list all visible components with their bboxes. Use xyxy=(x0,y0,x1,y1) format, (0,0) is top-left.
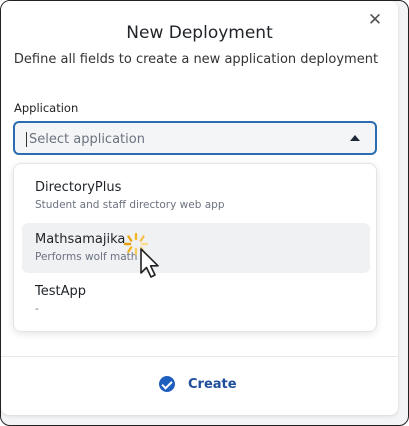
application-dropdown: DirectoryPlus Student and staff director… xyxy=(13,163,377,332)
dialog-subtitle: Define all fields to create a new applic… xyxy=(13,52,379,67)
option-mathsamajika[interactable]: Mathsamajika Performs wolf math xyxy=(22,223,370,273)
application-placeholder: Select application xyxy=(29,132,145,147)
check-circle-icon xyxy=(159,376,175,392)
create-button[interactable]: Create xyxy=(159,373,237,395)
option-name: TestApp xyxy=(35,284,86,299)
option-description: Student and staff directory web app xyxy=(35,199,225,211)
application-label: Application xyxy=(14,101,79,115)
dialog-title: New Deployment xyxy=(126,23,273,43)
option-directoryplus[interactable]: DirectoryPlus Student and staff director… xyxy=(22,171,370,221)
create-label: Create xyxy=(188,376,237,392)
option-testapp[interactable]: TestApp - xyxy=(22,275,370,325)
new-deployment-dialog: New Deployment ✕ Define all fields to cr… xyxy=(1,1,398,415)
option-description: Performs wolf math xyxy=(35,251,138,263)
option-description: - xyxy=(35,303,39,315)
option-name: Mathsamajika xyxy=(35,232,126,247)
footer-divider xyxy=(1,356,398,357)
window-frame: New Deployment ✕ Define all fields to cr… xyxy=(0,0,409,426)
application-select[interactable]: Select application xyxy=(13,121,377,155)
text-cursor xyxy=(26,132,27,147)
close-icon[interactable]: ✕ xyxy=(366,11,384,29)
option-name: DirectoryPlus xyxy=(35,180,122,195)
caret-up-icon[interactable] xyxy=(350,135,360,141)
